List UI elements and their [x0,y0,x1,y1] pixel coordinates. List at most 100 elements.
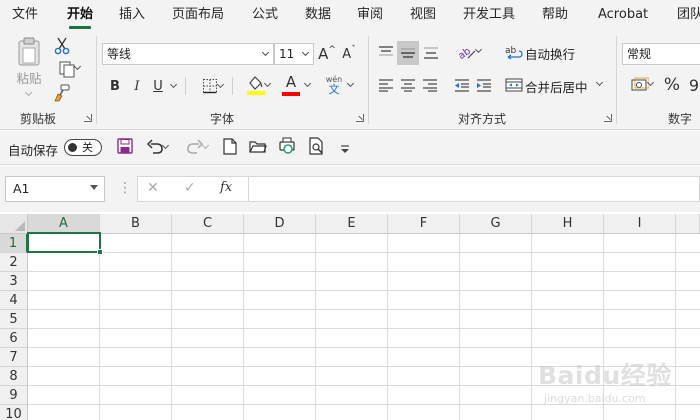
column-header-j[interactable] [676,214,700,234]
column-header-b[interactable]: B [100,214,172,234]
tab-insert[interactable]: 插入 [119,0,145,30]
phonetic-char: 文 [328,82,340,96]
row-header-4[interactable]: 4 [0,291,28,310]
formula-input[interactable] [249,176,700,202]
number-format-select[interactable]: 常规 [622,43,700,65]
column-header-a[interactable]: A [28,214,100,234]
tab-help[interactable]: 帮助 [542,0,568,30]
tab-developer[interactable]: 开发工具 [463,0,515,30]
font-name-value: 等线 [107,47,132,61]
fill-color-button[interactable] [239,73,273,97]
active-cell-a1[interactable] [27,232,101,253]
underline-dropdown-icon[interactable] [169,80,178,89]
merge-center-button[interactable]: 合并后居中 [505,74,605,96]
font-color-button[interactable]: A [279,73,313,97]
bold-button[interactable]: B [106,75,124,97]
gridline [28,366,700,367]
comma-style-button[interactable]: 9 [686,74,700,96]
font-launcher-icon[interactable] [356,114,364,122]
increase-indent-button[interactable] [474,74,494,96]
fill-handle[interactable] [97,249,103,255]
tab-acrobat[interactable]: Acrobat [598,0,648,30]
column-header-h[interactable]: H [532,214,604,234]
row-header-5[interactable]: 5 [0,310,28,329]
font-color-swatch [282,92,300,96]
paintbrush-icon [53,84,71,102]
format-painter-button[interactable] [51,82,73,104]
column-header-i[interactable]: I [604,214,676,234]
quick-access-toolbar: 自动保存 关 [0,131,700,165]
font-size-select[interactable]: 11 [274,43,314,65]
increase-font-button[interactable]: A ^ [318,43,336,65]
decrease-indent-button[interactable] [452,74,472,96]
wrap-text-button[interactable]: ab 自动换行 [505,41,575,63]
cancel-icon[interactable]: ✕ [147,180,159,196]
borders-button[interactable] [192,75,228,97]
chevron-down-icon [216,80,225,89]
row-header-2[interactable]: 2 [0,253,28,272]
print-preview-button[interactable] [306,137,328,159]
row-header-6[interactable]: 6 [0,329,28,348]
orientation-button[interactable]: ab [450,41,484,63]
undo-button[interactable] [142,138,170,158]
decrease-font-button[interactable]: Aˇ [340,43,358,65]
print-preview-icon [309,137,325,159]
customize-toolbar-button[interactable] [334,138,356,158]
caret-up-icon: ^ [328,45,336,55]
tab-formulas[interactable]: 公式 [252,0,278,30]
percent-style-button[interactable]: % [661,74,683,96]
column-header-g[interactable]: G [460,214,532,234]
enter-icon[interactable]: ✓ [184,180,196,196]
middle-align-button[interactable] [397,41,419,65]
top-align-button[interactable] [376,41,396,63]
font-name-select[interactable]: 等线 [102,43,274,65]
refresh-all-button[interactable] [276,137,298,158]
column-header-c[interactable]: C [172,214,244,234]
name-box[interactable]: A1 [5,176,105,202]
tab-review[interactable]: 审阅 [357,0,383,30]
save-button[interactable] [114,138,136,158]
bottom-align-button[interactable] [421,41,441,63]
alignment-launcher-icon[interactable] [604,114,612,122]
align-left-button[interactable] [376,74,396,96]
chevron-down-icon [301,48,310,57]
tab-file[interactable]: 文件 [12,0,38,30]
cut-button[interactable] [51,36,73,56]
column-header-d[interactable]: D [244,214,316,234]
clipboard-launcher-icon[interactable] [84,114,92,122]
align-right-button[interactable] [420,74,440,96]
copy-button[interactable] [51,59,83,79]
phonetic-guide-button[interactable]: wén 文 [321,73,357,97]
tab-home[interactable]: 开始 [67,0,93,30]
wrap-text-icon: ab [505,44,523,60]
column-header-e[interactable]: E [316,214,388,234]
row-header-8[interactable]: 8 [0,367,28,386]
gridline [28,309,700,310]
new-file-button[interactable] [219,137,241,158]
row-header-9[interactable]: 9 [0,386,28,405]
tab-team[interactable]: 团队 [677,0,700,30]
align-center-button[interactable] [398,74,418,96]
row-header-1[interactable]: 1 [0,234,28,253]
open-file-button[interactable] [247,138,269,158]
gridline [28,347,700,348]
paste-button[interactable]: 粘贴 [12,36,46,97]
row-header-3[interactable]: 3 [0,272,28,291]
underline-button[interactable]: U [150,75,166,97]
font-size-value: 11 [279,47,295,61]
select-all-button[interactable] [0,214,28,234]
gridline [603,234,604,420]
tab-view[interactable]: 视图 [410,0,436,30]
italic-button[interactable]: I [128,75,146,97]
svg-text:ab: ab [505,46,517,56]
autosave-toggle[interactable]: 关 [64,139,102,156]
tab-data[interactable]: 数据 [305,0,331,30]
column-header-f[interactable]: F [388,214,460,234]
accounting-format-button[interactable] [624,74,656,96]
row-header-7[interactable]: 7 [0,348,28,367]
worksheet-grid[interactable]: A B C D E F G H I 1 2 3 4 5 6 7 8 9 10 [0,214,700,420]
tab-page-layout[interactable]: 页面布局 [172,0,224,30]
row-header-10[interactable]: 10 [0,405,28,420]
redo-button[interactable] [182,138,210,158]
insert-function-button[interactable]: fx [220,180,232,195]
